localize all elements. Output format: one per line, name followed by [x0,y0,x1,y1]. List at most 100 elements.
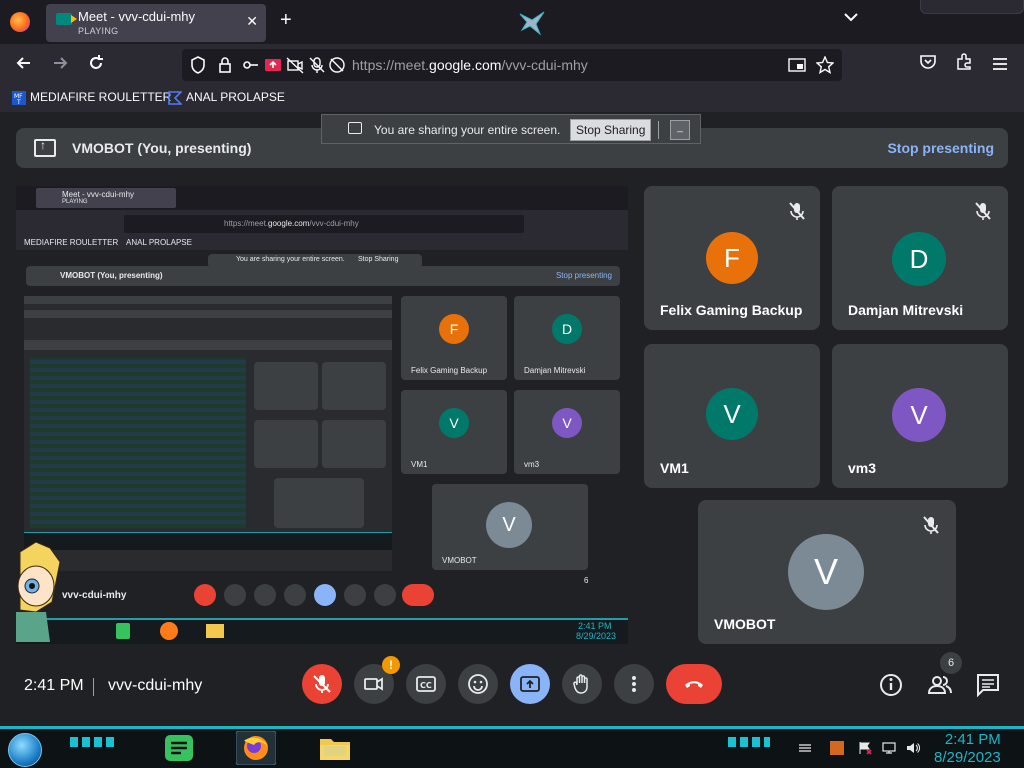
present-screen-icon [34,138,56,157]
firefox-logo-icon[interactable] [10,12,30,32]
nested-stop-presenting: Stop presenting [555,271,612,280]
url-bar[interactable]: https://meet.google.com/vvv-cdui-mhy [182,49,842,81]
leave-call-button[interactable] [666,664,722,704]
raise-hand-button[interactable] [562,664,602,704]
url-text[interactable]: https://meet.google.com/vvv-cdui-mhy [352,57,588,73]
tab-title: Meet - vvv-cdui-mhy [78,9,196,24]
nested-avatar: F [439,314,469,344]
nested-avatar: V [439,408,469,438]
recursion-stripe [24,340,392,350]
participant-tile-vm1[interactable]: V VM1 [644,344,820,488]
taskbar-clock[interactable]: 2:41 PM 8/29/2023 [934,731,1001,767]
hang-up-icon [685,681,703,688]
recursion-tile [254,362,318,410]
taskbar-menu-icon[interactable] [798,741,812,755]
participant-tile-felix[interactable]: F Felix Gaming Backup [644,186,820,330]
nested-clock-time: 2:41 PM [578,621,612,631]
bookmarks-bar: MF T MEDIAFIRE ROULETTER ANAL PROLAPSE [0,86,1024,112]
meeting-details-icon[interactable] [878,672,904,698]
nested-bookmark-2: ANAL PROLAPSE [126,238,192,247]
back-arrow-icon[interactable] [12,53,36,77]
participant-tile-vmobot[interactable]: V VMOBOT [698,500,956,644]
meeting-code: vvv-cdui-mhy [108,677,203,694]
bookmark-mediafire[interactable]: MF T MEDIAFIRE ROULETTER [12,90,171,105]
new-tab-button[interactable]: + [280,10,292,30]
nested-bookmarks: MEDIAFIRE ROULETTER ANAL PROLAPSE [16,236,628,250]
stop-presenting-button[interactable]: Stop presenting [887,140,994,156]
shield-icon[interactable] [190,56,206,74]
nested-tab-title: Meet - vvv-cdui-mhy [62,190,135,199]
taskbar-decoration [70,737,118,747]
taskbar-decoration [728,737,770,747]
svg-text:T: T [16,99,21,105]
permissions-icon[interactable] [242,56,260,74]
bookmark-anal-prolapse[interactable]: ANAL PROLAPSE [168,90,285,105]
nested-avatar: V [552,408,582,438]
browser-nav-bar: https://meet.google.com/vvv-cdui-mhy [0,44,1024,86]
pocket-icon[interactable] [916,53,940,77]
participant-tile-damjan[interactable]: D Damjan Mitrevski [832,186,1008,330]
microphone-blocked-icon[interactable] [308,56,326,74]
nested-tile-damjan: D Damjan Mitrevski [514,296,620,380]
microphone-off-icon [313,675,331,693]
lock-icon[interactable] [218,56,232,74]
tray-app-icon[interactable] [830,741,844,755]
screen-share-indicator-icon[interactable] [264,56,282,74]
recursion-tile [322,420,386,468]
browser-tab-meet[interactable]: Meet - vvv-cdui-mhy PLAYING ✕ [46,4,266,42]
notes-app-icon[interactable] [162,733,196,763]
bookmark-icon [168,91,182,105]
more-options-button[interactable] [614,664,654,704]
reload-icon[interactable] [84,53,108,77]
start-button[interactable] [8,733,42,767]
present-now-button[interactable] [510,664,550,704]
more-vert-icon [632,676,636,692]
picture-in-picture-icon[interactable] [788,56,806,74]
shared-screen-view: Meet - vvv-cdui-mhy PLAYING https://meet… [16,186,628,644]
forward-arrow-icon[interactable] [48,53,72,77]
action-center-flag-icon[interactable] [858,741,872,755]
extensions-icon[interactable] [952,53,976,77]
nested-tile-vmobot: V VMOBOT [432,484,588,570]
people-icon[interactable] [927,672,953,698]
camera-toggle-button[interactable]: ! [354,656,400,704]
nested-hand-button [344,584,366,606]
svg-text:CC: CC [420,681,432,690]
muted-mic-icon [923,516,939,534]
camera-blocked-icon[interactable] [286,56,304,74]
reactions-button[interactable] [458,664,498,704]
present-screen-icon [520,676,540,692]
nested-tile-name: Felix Gaming Backup [411,366,488,375]
stop-sharing-button[interactable]: Stop Sharing [570,119,652,141]
nested-folder-icon [206,624,224,638]
autoplay-blocked-icon[interactable] [328,56,346,74]
window-decoration [920,0,1024,14]
volume-icon[interactable] [906,741,920,755]
microphone-toggle-button[interactable] [302,664,342,704]
controls-divider [93,678,94,696]
nested-taskbar: 2:41 PM 8/29/2023 [16,618,628,644]
nested-tile-name: VM1 [411,460,428,469]
list-all-tabs-icon[interactable] [844,12,858,22]
emoji-icon [468,674,488,694]
recursion-stripe [24,310,392,318]
meet-favicon-icon [56,13,77,25]
sharing-banner-text: You are sharing your entire screen. [374,123,561,137]
nested-nav-bar: https://meet.google.com/vvv-cdui-mhy [16,210,628,236]
hide-banner-button[interactable]: _ [670,120,690,140]
nested-screen-recursion [24,296,392,571]
nested-present-button [314,584,336,606]
meeting-controls-bar: 2:41 PM vvv-cdui-mhy ! CC 6 [0,642,1024,726]
tab-close-icon[interactable]: ✕ [246,13,258,30]
hamburger-menu-icon[interactable] [988,53,1012,77]
chat-icon[interactable] [975,672,1001,698]
avatar: V [706,388,758,440]
participant-tile-vm3[interactable]: V vm3 [832,344,1008,488]
captions-button[interactable]: CC [406,664,446,704]
network-icon[interactable] [882,741,896,755]
participant-name: VMOBOT [714,616,776,632]
bookmark-star-icon[interactable] [816,56,834,74]
firefox-taskbar-icon[interactable] [236,731,276,765]
nested-camera-button [224,584,246,606]
file-explorer-icon[interactable] [318,733,352,763]
